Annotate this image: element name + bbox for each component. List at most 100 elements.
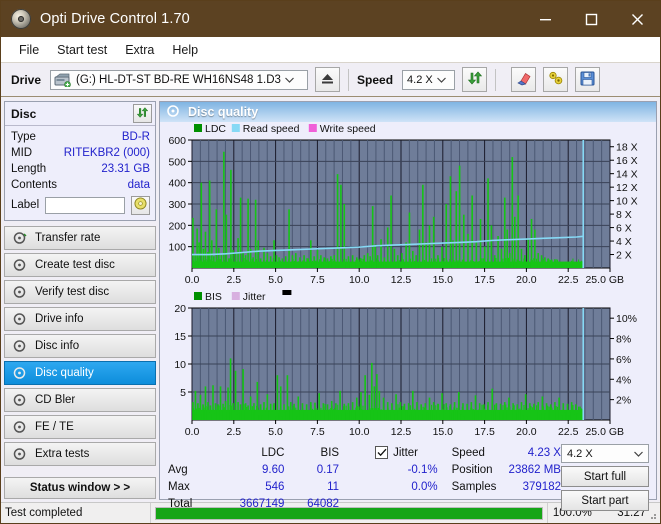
save-icon xyxy=(580,71,595,89)
disc-icon xyxy=(12,393,28,407)
sidebar-item-disc-info[interactable]: Disc info xyxy=(4,334,156,358)
test-speed-select[interactable]: 4.2 X xyxy=(561,444,649,463)
disc-icon xyxy=(166,104,180,121)
disc-row-mid: MID RITEKBR2 (000) xyxy=(11,145,150,161)
drive-icon xyxy=(54,73,71,87)
eraser-icon xyxy=(516,70,532,89)
chevron-down-icon xyxy=(433,71,451,89)
svg-text:2.5: 2.5 xyxy=(226,274,241,286)
refresh-icon xyxy=(467,70,483,89)
sidebar-item-drive-info[interactable]: Drive info xyxy=(4,307,156,331)
erase-button[interactable] xyxy=(511,67,536,92)
samples-stat-label: Samples xyxy=(452,478,501,495)
tools-button[interactable] xyxy=(543,67,568,92)
maximize-button[interactable] xyxy=(568,1,614,37)
sidebar-item-fe-te[interactable]: FE / TE xyxy=(4,415,156,439)
app-window: Opti Drive Control 1.70 File Start test … xyxy=(0,0,661,524)
drive-select[interactable]: (G:) HL-DT-ST BD-RE WH16NS48 1.D3 xyxy=(50,70,308,90)
jitter-checkbox[interactable] xyxy=(375,446,388,459)
svg-text:15.0: 15.0 xyxy=(433,426,454,438)
svg-text:4%: 4% xyxy=(616,374,631,386)
disc-row-contents: Contents data xyxy=(11,177,150,193)
disc-icon xyxy=(12,231,28,245)
svg-text:20.0: 20.0 xyxy=(516,426,537,438)
start-part-button[interactable]: Start part xyxy=(561,490,649,511)
svg-text:12 X: 12 X xyxy=(616,182,638,194)
svg-text:25.0 GB: 25.0 GB xyxy=(585,426,624,438)
sidebar-item-create-test-disc[interactable]: Create test disc xyxy=(4,253,156,277)
stats-ldc-max: 546 xyxy=(265,478,284,495)
status-window-button[interactable]: Status window > > xyxy=(4,477,156,499)
disc-panel-title: Disc xyxy=(11,107,36,121)
disc-refresh-button[interactable] xyxy=(133,104,152,123)
svg-text:100: 100 xyxy=(168,242,186,254)
menu-item-file[interactable]: File xyxy=(10,40,48,60)
sidebar-item-cd-bler[interactable]: CD Bler xyxy=(4,388,156,412)
disc-properties: Type BD-R MID RITEKBR2 (000) Length 23.3… xyxy=(5,126,155,220)
stats-header-spacer xyxy=(168,444,214,461)
sidebar-item-label: CD Bler xyxy=(35,394,75,406)
svg-text:LDC: LDC xyxy=(205,123,226,135)
drive-value: (G:) HL-DT-ST BD-RE WH16NS48 1.D3 xyxy=(73,74,281,86)
svg-text:BIS: BIS xyxy=(205,291,222,303)
menu-item-extra[interactable]: Extra xyxy=(116,40,163,60)
disc-icon xyxy=(12,366,28,380)
svg-text:Jitter: Jitter xyxy=(243,291,266,303)
main-header: Disc quality xyxy=(160,102,656,122)
sidebar-item-disc-quality[interactable]: Disc quality xyxy=(4,361,156,385)
svg-text:2%: 2% xyxy=(616,395,631,407)
sidebar-item-label: Disc info xyxy=(35,340,79,352)
stats-label-max: Max xyxy=(168,478,214,495)
svg-text:10.0: 10.0 xyxy=(349,274,370,286)
disc-row-key: Contents xyxy=(11,179,57,191)
svg-text:25.0 GB: 25.0 GB xyxy=(585,274,624,286)
sidebar-item-label: FE / TE xyxy=(35,421,74,433)
save-button[interactable] xyxy=(575,67,600,92)
page-title: Disc quality xyxy=(188,105,258,119)
svg-text:5.0: 5.0 xyxy=(268,274,283,286)
menu-item-start-test[interactable]: Start test xyxy=(48,40,116,60)
position-stat-label: Position xyxy=(452,461,501,478)
svg-text:8 X: 8 X xyxy=(616,209,632,221)
svg-text:22.5: 22.5 xyxy=(558,426,579,438)
svg-text:500: 500 xyxy=(168,156,186,168)
eject-button[interactable] xyxy=(315,67,340,92)
close-button[interactable] xyxy=(614,1,660,37)
jitter-label: Jitter xyxy=(393,447,418,459)
disc-label-caption: Label xyxy=(11,199,39,211)
svg-text:10.0: 10.0 xyxy=(349,426,370,438)
refresh-button[interactable] xyxy=(462,67,487,92)
eject-icon xyxy=(320,72,335,88)
disc-label-button[interactable] xyxy=(131,196,150,215)
status-message: Test completed xyxy=(1,503,151,523)
svg-text:14 X: 14 X xyxy=(616,169,638,181)
speed-value: 4.2 X xyxy=(403,74,433,86)
start-full-button[interactable]: Start full xyxy=(561,466,649,487)
title-bar: Opti Drive Control 1.70 xyxy=(1,1,660,37)
test-speed-value: 4.2 X xyxy=(562,448,630,460)
svg-text:6 X: 6 X xyxy=(616,223,632,235)
sidebar-item-transfer-rate[interactable]: Transfer rate xyxy=(4,226,156,250)
sidebar-item-extra-tests[interactable]: Extra tests xyxy=(4,442,156,466)
speed-select[interactable]: 4.2 X xyxy=(402,70,455,90)
svg-text:22.5: 22.5 xyxy=(558,274,579,286)
menu-item-help[interactable]: Help xyxy=(163,40,207,60)
disc-row-value: RITEKBR2 (000) xyxy=(64,147,150,159)
resize-grip[interactable] xyxy=(646,509,658,521)
disc-row-key: Length xyxy=(11,163,46,175)
disc-icon xyxy=(12,285,28,299)
jitter-value-2: 0.0% xyxy=(375,478,446,495)
svg-text:20: 20 xyxy=(174,303,186,315)
jitter-toggle-row: Jitter xyxy=(375,444,446,461)
sidebar-item-verify-test-disc[interactable]: Verify test disc xyxy=(4,280,156,304)
minimize-button[interactable] xyxy=(522,1,568,37)
svg-text:7.5: 7.5 xyxy=(310,274,325,286)
stats-actions: 4.2 X Start full Start part xyxy=(561,444,656,520)
disc-row-key: Type xyxy=(11,131,36,143)
svg-text:17.5: 17.5 xyxy=(474,274,495,286)
disc-row-length: Length 23.31 GB xyxy=(11,161,150,177)
stats-header-ldc: LDC xyxy=(261,444,284,461)
disc-label-input[interactable] xyxy=(45,197,125,214)
stats-bis-avg: 0.17 xyxy=(317,461,339,478)
svg-text:10 X: 10 X xyxy=(616,196,638,208)
